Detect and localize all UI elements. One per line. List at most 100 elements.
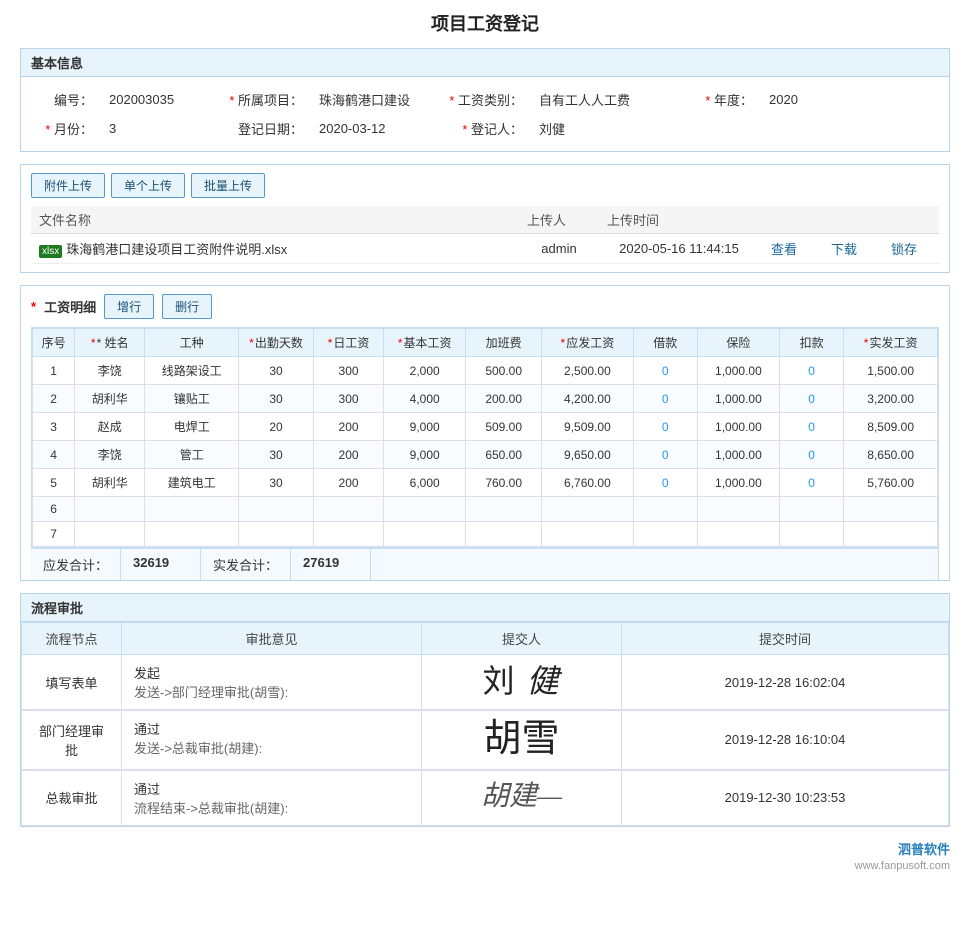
cell-attendance: 30 — [239, 385, 314, 413]
cell-name: 胡利华 — [75, 385, 145, 413]
col-time: 上传时间 — [599, 206, 759, 234]
cell-actual-wage: 5,760.00 — [844, 469, 938, 497]
cell-name: 李饶 — [75, 357, 145, 385]
col-filename: 文件名称 — [31, 206, 519, 234]
workflow-table: 流程节点 审批意见 提交人 提交时间 填写表单 发起 发送->部门经理审批(胡雪… — [21, 622, 949, 826]
cell-seq: 5 — [33, 469, 75, 497]
cell-name — [75, 497, 145, 522]
cell-daily-wage — [313, 522, 383, 547]
cell-deduction: 0 — [779, 413, 843, 441]
wf-time: 2019-12-28 16:10:04 — [622, 711, 949, 770]
wf-submitter: 刘 健 — [422, 655, 622, 710]
wf-time: 2019-12-30 10:23:53 — [622, 770, 949, 825]
th-name: ** 姓名 — [75, 329, 145, 357]
cell-borrow: 0 — [633, 413, 697, 441]
wf-node: 总裁审批 — [22, 770, 122, 825]
cell-deduction: 0 — [779, 469, 843, 497]
page-title: 项目工资登记 — [20, 10, 950, 36]
attachment-section: 附件上传 单个上传 批量上传 文件名称 上传人 上传时间 xlsx珠海鹤港口建设… — [20, 164, 950, 273]
cell-insurance: 1,000.00 — [697, 385, 779, 413]
salary-section-text: 工资明细 — [44, 297, 96, 316]
basic-info-grid: 编号： 202003035 * 所属项目： 珠海鹤港口建设 * 工资类别： 自有… — [31, 85, 939, 143]
cell-basic-wage — [384, 522, 466, 547]
actual-total-label: 实发合计： — [201, 549, 291, 580]
logo-sub: www.fanpusoft.com — [855, 860, 950, 872]
cell-job-type: 电焊工 — [145, 413, 239, 441]
cell-basic-wage: 6,000 — [384, 469, 466, 497]
cell-insurance — [697, 497, 779, 522]
logo-text: 泗普软件 — [898, 842, 950, 857]
cell-job-type: 建筑电工 — [145, 469, 239, 497]
th-overtime: 加班费 — [466, 329, 542, 357]
cell-job-type: 镶贴工 — [145, 385, 239, 413]
th-due-wage: *应发工资 — [542, 329, 633, 357]
cell-overtime — [466, 497, 542, 522]
opinion-line1: 通过 — [134, 779, 409, 798]
download-link[interactable]: 下载 — [827, 242, 861, 257]
workflow-header: 流程审批 — [21, 594, 949, 622]
signature: 胡雪 — [434, 719, 609, 761]
attach-uploader: admin — [519, 234, 599, 264]
wf-opinion: 通过 流程结束->总裁审批(胡建): — [122, 770, 422, 825]
cell-seq: 1 — [33, 357, 75, 385]
cell-actual-wage: 3,200.00 — [844, 385, 938, 413]
cell-job-type: 线路架设工 — [145, 357, 239, 385]
project-label: * 所属项目： — [221, 85, 311, 114]
workflow-row: 部门经理审批 通过 发送->总裁审批(胡建): 胡雪 2019-12-28 16… — [22, 711, 949, 770]
cell-attendance: 30 — [239, 357, 314, 385]
th-daily-wage: *日工资 — [313, 329, 383, 357]
view-link[interactable]: 查看 — [767, 242, 801, 257]
cell-insurance: 1,000.00 — [697, 413, 779, 441]
cell-seq: 3 — [33, 413, 75, 441]
salary-row: 6 — [33, 497, 938, 522]
cell-daily-wage: 200 — [313, 413, 383, 441]
cell-due-wage: 6,760.00 — [542, 469, 633, 497]
month-label: * 月份： — [31, 114, 101, 143]
batch-upload-button[interactable]: 批量上传 — [191, 173, 265, 198]
cell-due-wage: 4,200.00 — [542, 385, 633, 413]
cell-daily-wage: 300 — [313, 385, 383, 413]
log-date-value: 2020-03-12 — [311, 114, 441, 143]
wf-th-node: 流程节点 — [22, 623, 122, 655]
opinion-line2: 发送->部门经理审批(胡雪): — [134, 682, 409, 701]
cell-seq: 7 — [33, 522, 75, 547]
month-value: 3 — [101, 114, 221, 143]
summary-spacer — [371, 549, 939, 580]
col-actions3 — [879, 206, 939, 234]
th-insurance: 保险 — [697, 329, 779, 357]
attach-toolbar: 附件上传 单个上传 批量上传 — [31, 173, 939, 198]
cell-attendance: 20 — [239, 413, 314, 441]
attach-upload-button[interactable]: 附件上传 — [31, 173, 105, 198]
col-actions2 — [819, 206, 879, 234]
cell-attendance — [239, 497, 314, 522]
salary-row: 1 李饶 线路架设工 30 300 2,000 500.00 2,500.00 … — [33, 357, 938, 385]
cell-name: 赵成 — [75, 413, 145, 441]
cell-seq: 4 — [33, 441, 75, 469]
cell-deduction — [779, 522, 843, 547]
year-value: 2020 — [761, 85, 939, 114]
add-row-button[interactable]: 增行 — [104, 294, 154, 319]
lock-link[interactable]: 锁存 — [887, 242, 921, 257]
single-upload-button[interactable]: 单个上传 — [111, 173, 185, 198]
footer: 泗普软件 www.fanpusoft.com — [20, 839, 950, 872]
cell-deduction: 0 — [779, 385, 843, 413]
cell-job-type — [145, 497, 239, 522]
cell-borrow — [633, 522, 697, 547]
th-job-type: 工种 — [145, 329, 239, 357]
th-attendance: *出勤天数 — [239, 329, 314, 357]
cell-borrow: 0 — [633, 385, 697, 413]
file-type-icon: xlsx — [39, 245, 62, 258]
col-actions1 — [759, 206, 819, 234]
wf-submitter: 胡建— — [422, 770, 622, 825]
cell-borrow: 0 — [633, 441, 697, 469]
log-date-label: 登记日期： — [221, 114, 311, 143]
delete-row-button[interactable]: 删行 — [162, 294, 212, 319]
workflow-row: 总裁审批 通过 流程结束->总裁审批(胡建): 胡建— 2019-12-30 1… — [22, 770, 949, 825]
salary-scroll-area[interactable]: 序号 ** 姓名 工种 *出勤天数 *日工资 *基本工资 加班费 *应发工资 借… — [31, 327, 939, 548]
cell-job-type: 管工 — [145, 441, 239, 469]
basic-info-section: 基本信息 编号： 202003035 * 所属项目： 珠海鹤港口建设 * 工资类… — [20, 48, 950, 152]
wf-node: 填写表单 — [22, 655, 122, 710]
col-uploader: 上传人 — [519, 206, 599, 234]
wf-th-opinion: 审批意见 — [122, 623, 422, 655]
cell-basic-wage — [384, 497, 466, 522]
